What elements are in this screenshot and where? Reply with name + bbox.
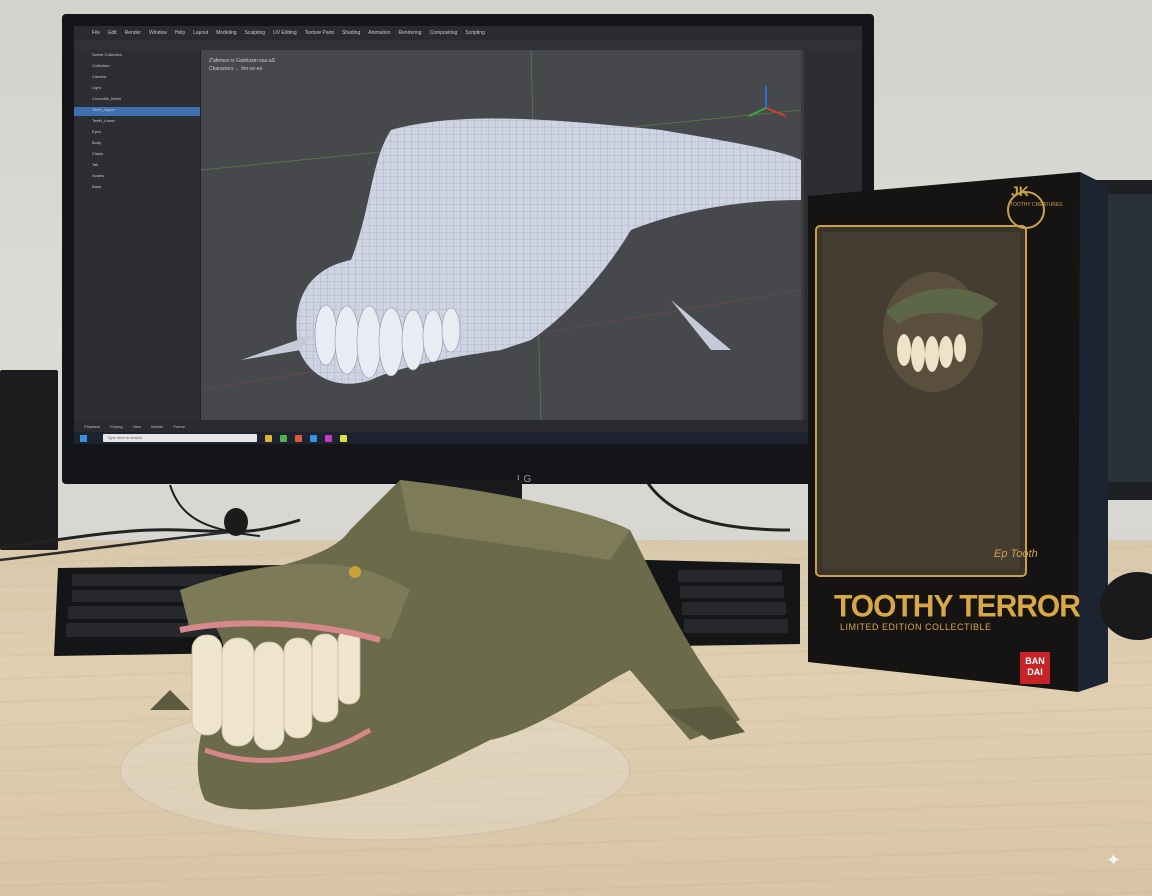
menu-item[interactable]: Modeling — [216, 30, 236, 36]
windows-start-icon[interactable] — [80, 434, 87, 442]
menu-item[interactable]: Edit — [108, 30, 117, 36]
brand-badge-line1: BAN — [1025, 656, 1045, 666]
outliner-row[interactable]: Collection — [92, 63, 200, 72]
menu-item[interactable]: Animation — [368, 30, 390, 36]
timeline-menu-item[interactable]: View — [132, 424, 141, 429]
editor-header — [74, 40, 862, 50]
monitor: File Edit Render Window Help Layout Modeling Sc… — [62, 14, 874, 485]
outliner-row[interactable]: Tail — [92, 162, 200, 171]
outliner-row[interactable]: Base — [92, 184, 200, 193]
outliner-row[interactable]: Scales — [92, 173, 200, 182]
menu-item[interactable]: Compositing — [430, 30, 458, 36]
box-signature: Ep Tooth — [994, 548, 1038, 560]
outliner-row[interactable]: Teeth_Upper — [74, 107, 200, 116]
sparkle-icon: ✦ — [1106, 850, 1122, 870]
app-icon[interactable] — [310, 434, 317, 442]
outliner-row[interactable]: Claws — [92, 151, 200, 160]
menu-item[interactable]: Shading — [342, 30, 360, 36]
timeline-menu-item[interactable]: Marker — [151, 424, 163, 429]
box-subtitle: LIMITED EDITION COLLECTIBLE — [840, 622, 992, 632]
box-logo-subtitle: TOOTHY CREATURES — [1010, 202, 1063, 208]
menu-item[interactable]: Rendering — [398, 30, 421, 36]
crocodile-figurine — [119, 480, 745, 841]
brand-badge-line2: DAI — [1027, 667, 1043, 677]
outliner-row[interactable]: Crocodile_Mesh — [92, 96, 200, 105]
brand-badge: BAN DAI — [1020, 652, 1050, 684]
taskbar: Type here to search — [74, 432, 862, 444]
menu-item[interactable]: Layout — [193, 30, 208, 36]
menu-item[interactable]: Sculpting — [245, 30, 266, 36]
outliner-row[interactable]: Teeth_Lower — [92, 118, 200, 127]
timeline-menu-item[interactable]: Keying — [110, 424, 122, 429]
app-icon[interactable] — [280, 434, 287, 442]
box-title: TOOTHY TERROR — [834, 589, 1081, 624]
app-icon[interactable] — [340, 434, 347, 442]
timeline-bar: Playback Keying View Marker Frame — [74, 420, 862, 432]
taskbar-search-input[interactable]: Type here to search — [103, 434, 257, 442]
outliner-panel: Scene Collection Collection Camera Light Cro… — [74, 50, 201, 420]
timeline-menu-item[interactable]: Playback — [84, 424, 100, 429]
outliner-row[interactable]: Light — [92, 85, 200, 94]
menu-item[interactable]: Help — [175, 30, 185, 36]
outliner-row[interactable]: Scene Collection — [92, 52, 200, 61]
app-icon[interactable] — [265, 434, 272, 442]
box-logo: JK — [1011, 183, 1029, 199]
menu-item[interactable]: Scripting — [465, 30, 484, 36]
menu-item[interactable]: Window — [149, 30, 167, 36]
menu-bar: File Edit Render Window Help Layout Modeling Sc… — [74, 26, 862, 40]
outliner-row[interactable]: Body — [92, 140, 200, 149]
menu-item[interactable]: File — [92, 30, 100, 36]
menu-item[interactable]: Texture Paint — [305, 30, 334, 36]
outliner-row[interactable]: Camera — [92, 74, 200, 83]
monitor-screen: File Edit Render Window Help Layout Modeling Sc… — [74, 26, 862, 444]
menu-item[interactable]: Render — [125, 30, 141, 36]
app-icon[interactable] — [295, 434, 302, 442]
3d-viewport[interactable]: Z'afemoo is Ganhusm eau aS Characters ← … — [201, 50, 801, 420]
app-icon[interactable] — [325, 434, 332, 442]
axis-gizmo-icon — [748, 86, 787, 117]
mouse — [1100, 572, 1152, 640]
outliner-row[interactable]: Eyes — [92, 129, 200, 138]
menu-item[interactable]: UV Editing — [273, 30, 297, 36]
wireframe-crocodile — [201, 50, 801, 420]
timeline-menu-item[interactable]: Frame — [174, 424, 186, 429]
